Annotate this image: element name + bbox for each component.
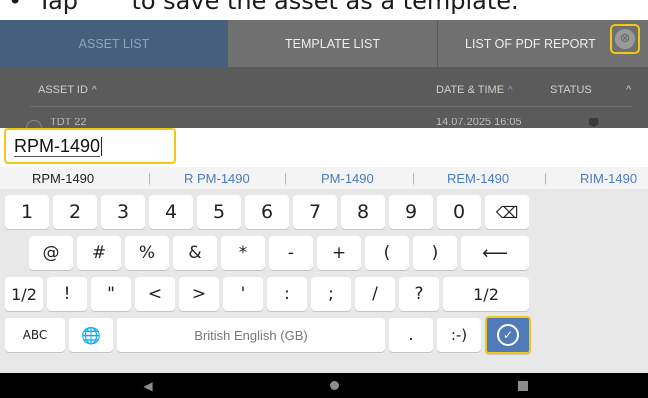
suggestion-separator: | — [412, 171, 416, 185]
instruction-strip: • Tap to save the asset as a template. — [0, 0, 648, 20]
space-bar[interactable]: British English (GB) — [117, 318, 385, 352]
asset-name-input[interactable]: RPM-1490 — [4, 128, 176, 164]
key-minus[interactable]: - — [269, 236, 313, 270]
key-1[interactable]: 1 — [5, 195, 49, 229]
check-icon: ✓ — [497, 324, 519, 346]
key-0[interactable]: 0 — [437, 195, 481, 229]
key-apostrophe[interactable]: ' — [223, 277, 263, 311]
key-percent[interactable]: % — [125, 236, 169, 270]
tab-template-list[interactable]: TEMPLATE LIST — [228, 20, 438, 67]
key-exclamation[interactable]: ! — [47, 277, 87, 311]
header-asset-id-label: ASSET ID — [38, 84, 88, 96]
key-at[interactable]: @ — [29, 236, 73, 270]
app-area: ASSET LIST TEMPLATE LIST LIST OF PDF REP… — [0, 20, 648, 128]
key-period[interactable]: . — [389, 318, 433, 352]
text-caret — [101, 136, 103, 156]
suggestion-5[interactable]: RIM-1490 — [580, 171, 637, 186]
header-datetime-label: DATE & TIME — [436, 84, 505, 96]
row-asset-id: TDT 22 — [50, 118, 87, 128]
key-8[interactable]: 8 — [341, 195, 385, 229]
table-row[interactable]: TDT 22 14.07.2025 16:05 ⬢ — [0, 118, 648, 128]
key-ampersand[interactable]: & — [173, 236, 217, 270]
status-icon: ⬢ — [588, 118, 600, 128]
key-colon[interactable]: : — [267, 277, 307, 311]
suggestion-separator: | — [284, 171, 288, 185]
header-status[interactable]: STATUS — [550, 84, 592, 96]
home-icon[interactable] — [324, 373, 344, 398]
header-datetime[interactable]: DATE & TIME ^ — [436, 84, 513, 96]
sort-asc-icon: ^ — [91, 85, 97, 96]
globe-icon[interactable]: 🌐 — [69, 318, 113, 352]
key-page-toggle-right[interactable]: 1/2 — [443, 277, 529, 311]
key-semicolon[interactable]: ; — [311, 277, 351, 311]
suggestion-1[interactable]: RPM-1490 — [32, 171, 94, 186]
header-asset-id[interactable]: ASSET ID ^ — [38, 84, 97, 96]
key-asterisk[interactable]: * — [221, 236, 265, 270]
divider — [30, 106, 632, 107]
key-5[interactable]: 5 — [197, 195, 241, 229]
key-open-paren[interactable]: ( — [365, 236, 409, 270]
suggestion-2[interactable]: R PM-1490 — [184, 171, 250, 186]
keyboard: 1 2 3 4 5 6 7 8 9 0 ⌫ @ # % & * - + ( ) … — [0, 189, 648, 373]
key-9[interactable]: 9 — [389, 195, 433, 229]
recent-apps-icon[interactable] — [513, 373, 533, 398]
system-nav-bar: ◀ — [0, 373, 648, 398]
key-2[interactable]: 2 — [53, 195, 97, 229]
key-6[interactable]: 6 — [245, 195, 289, 229]
suggestion-3[interactable]: PM-1490 — [321, 171, 374, 186]
suggestion-bar: RPM-1490 | R PM-1490 | PM-1490 | REM-149… — [0, 167, 648, 189]
key-question[interactable]: ? — [399, 277, 439, 311]
return-icon[interactable]: ⟵ — [461, 236, 529, 270]
enter-button[interactable]: ✓ — [485, 316, 531, 354]
key-abc[interactable]: ABC — [5, 318, 65, 352]
close-icon: ⊗ — [615, 29, 635, 49]
sort-asc-icon: ^ — [508, 85, 513, 96]
back-icon[interactable]: ◀ — [138, 373, 158, 398]
key-close-paren[interactable]: ) — [413, 236, 457, 270]
collapse-icon[interactable]: ^ — [626, 84, 631, 96]
row-datetime: 14.07.2025 16:05 — [436, 118, 522, 128]
input-value: RPM-1490 — [14, 135, 101, 157]
key-4[interactable]: 4 — [149, 195, 193, 229]
key-hash[interactable]: # — [77, 236, 121, 270]
suggestion-separator: | — [544, 171, 548, 185]
key-3[interactable]: 3 — [101, 195, 145, 229]
header-status-label: STATUS — [550, 84, 592, 96]
key-slash[interactable]: / — [355, 277, 395, 311]
row-radio[interactable] — [26, 120, 42, 128]
backspace-icon[interactable]: ⌫ — [485, 195, 529, 229]
tab-asset-list[interactable]: ASSET LIST — [0, 20, 228, 67]
instruction-text: • Tap to save the asset as a template. — [8, 0, 519, 15]
key-less-than[interactable]: < — [135, 277, 175, 311]
suggestion-4[interactable]: REM-1490 — [447, 171, 509, 186]
key-double-quote[interactable]: " — [91, 277, 131, 311]
key-smiley[interactable]: :-) — [437, 318, 481, 352]
key-plus[interactable]: + — [317, 236, 361, 270]
input-row: RPM-1490 — [0, 128, 648, 164]
close-button[interactable]: ⊗ — [610, 24, 640, 54]
key-greater-than[interactable]: > — [179, 277, 219, 311]
suggestion-separator: | — [148, 171, 152, 185]
key-page-toggle[interactable]: 1/2 — [5, 277, 43, 311]
key-7[interactable]: 7 — [293, 195, 337, 229]
